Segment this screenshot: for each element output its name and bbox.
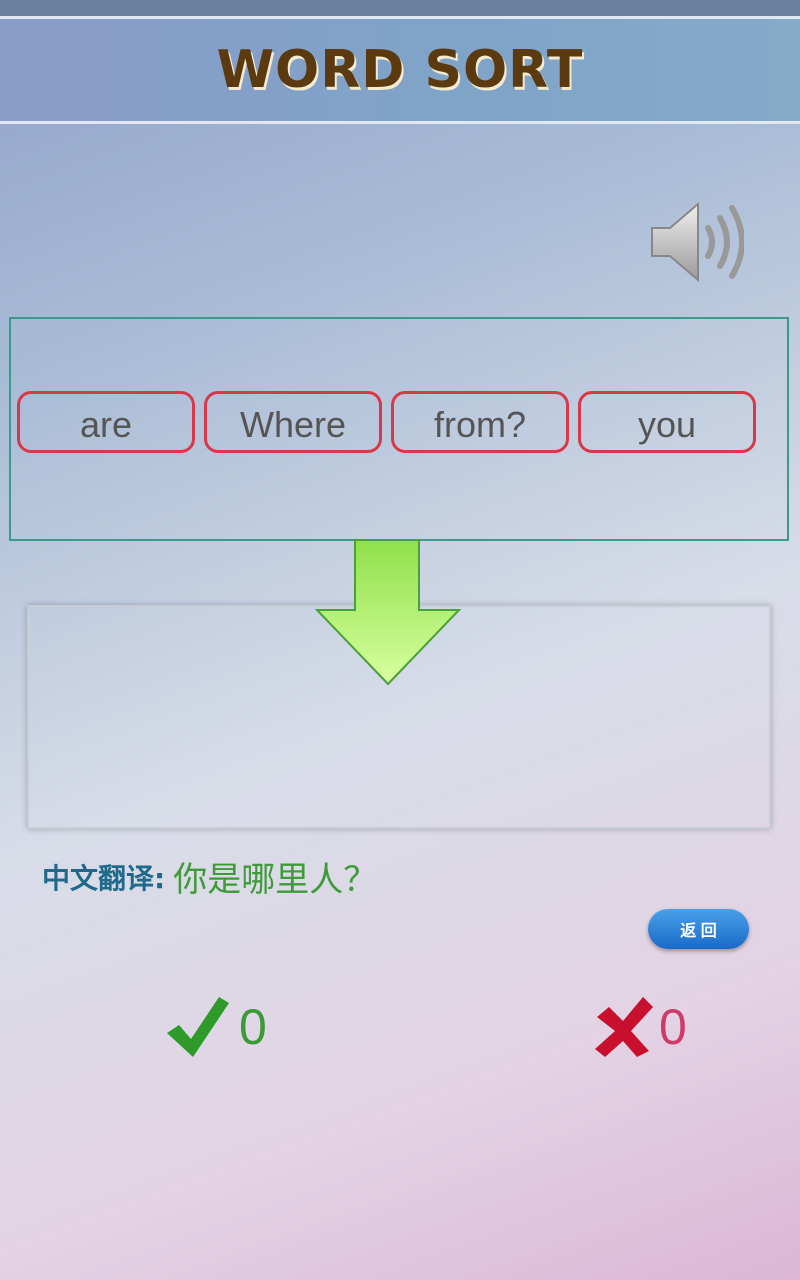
- status-bar: [0, 0, 800, 16]
- word-tile[interactable]: from?: [391, 391, 569, 453]
- translation-label: 中文翻译:: [42, 861, 166, 895]
- header: WORD SORT: [0, 16, 800, 124]
- back-button[interactable]: 返 回: [648, 909, 749, 949]
- checkmark-icon: [167, 997, 229, 1057]
- correct-count: 0: [239, 999, 267, 1055]
- word-tile[interactable]: Where: [204, 391, 382, 453]
- page-title: WORD SORT: [216, 40, 584, 100]
- translation: 中文翻译: 你是哪里人？: [42, 852, 377, 901]
- cross-icon: [595, 997, 653, 1057]
- correct-score: 0: [165, 995, 267, 1059]
- word-source-area: are Where from? you: [9, 317, 789, 541]
- translation-text: 你是哪里人？: [173, 860, 378, 900]
- word-tile[interactable]: you: [578, 391, 756, 453]
- wrong-score: 0: [593, 995, 687, 1059]
- word-tile[interactable]: are: [17, 391, 195, 453]
- arrow-down-icon: [315, 539, 461, 686]
- wrong-count: 0: [659, 999, 687, 1055]
- speaker-icon[interactable]: [648, 200, 744, 284]
